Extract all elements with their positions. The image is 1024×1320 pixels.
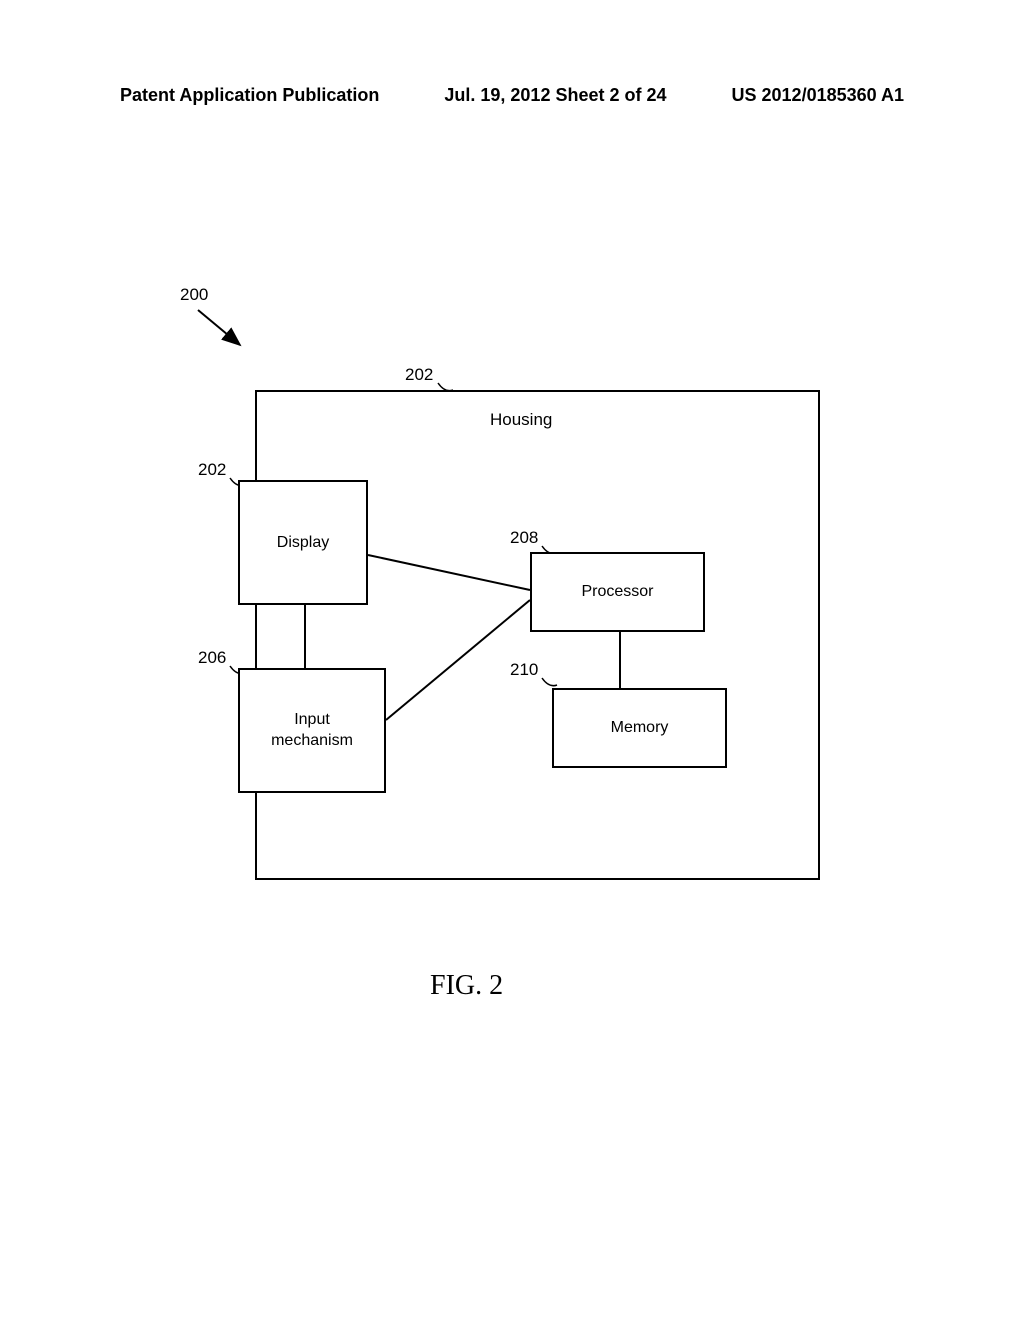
header-date-sheet: Jul. 19, 2012 Sheet 2 of 24 [444,85,666,106]
ref-200: 200 [180,285,208,305]
ref-202-display: 202 [198,460,226,480]
diagram: 200 202 202 206 208 210 Housing Display … [170,290,850,910]
ref-202-housing: 202 [405,365,433,385]
housing-box [255,390,820,880]
housing-label: Housing [490,410,552,430]
header-publication: Patent Application Publication [120,85,379,106]
ref-206: 206 [198,648,226,668]
processor-box: Processor [530,552,705,632]
figure-label: FIG. 2 [430,970,503,1002]
memory-box: Memory [552,688,727,768]
input-mechanism-box: Inputmechanism [238,668,386,793]
display-box: Display [238,480,368,605]
header-pub-number: US 2012/0185360 A1 [732,85,904,106]
page-header: Patent Application Publication Jul. 19, … [0,85,1024,106]
